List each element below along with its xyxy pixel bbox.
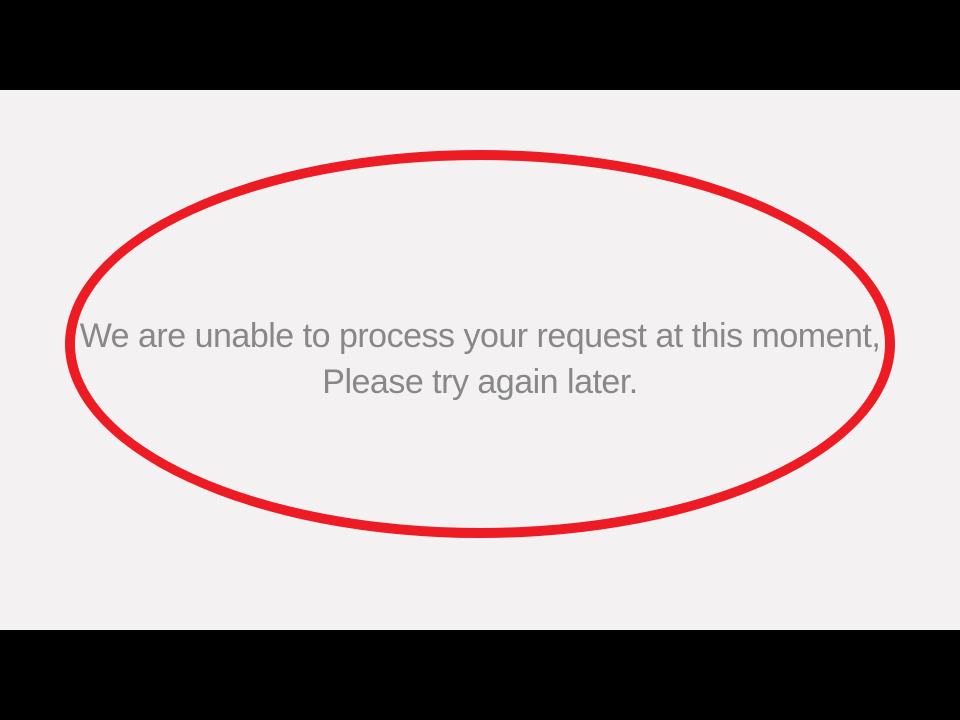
error-dialog-area: We are unable to process your request at… xyxy=(0,90,960,630)
error-message-text: We are unable to process your request at… xyxy=(70,314,890,406)
